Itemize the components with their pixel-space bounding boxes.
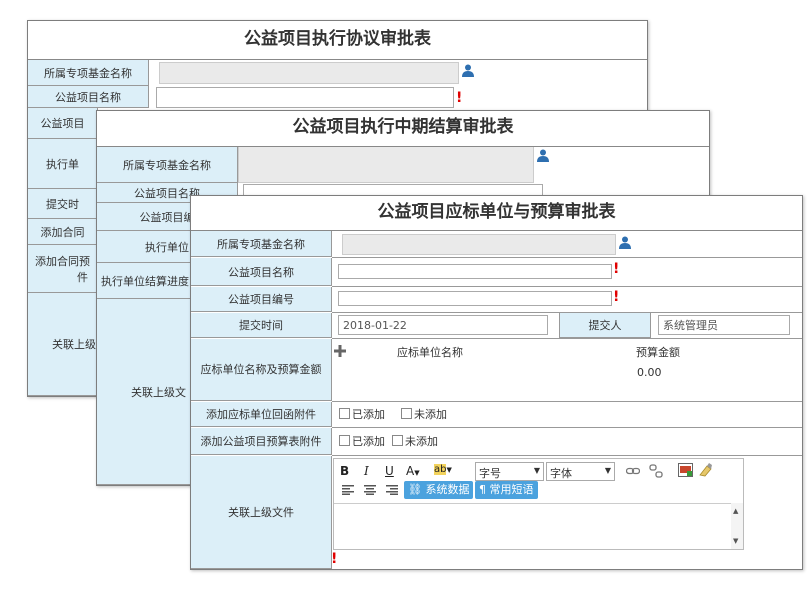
form-bidder-budget-approval: 公益项目应标单位与预算审批表 所属专项基金名称 公益项目名称 ! 公益项目编号 … (190, 195, 803, 570)
form3-label-fund: 所属专项基金名称 (191, 231, 332, 257)
font-family-select[interactable]: 字体 ▼ (546, 462, 615, 481)
form1-label-submit-time: 提交时 (28, 189, 98, 219)
font-family-value: 字体 (550, 467, 572, 480)
database-icon: ⛓ (408, 483, 426, 496)
font-size-select[interactable]: 字号 ▼ (475, 462, 544, 481)
font-color-button[interactable]: A▼ (406, 464, 420, 478)
form1-label-fund: 所属专项基金名称 (28, 60, 149, 86)
align-left-icon[interactable] (342, 485, 354, 495)
form3-label-budget: 应标单位名称及预算金额 (191, 339, 332, 401)
link-icon[interactable] (626, 466, 640, 476)
form1-label-related-text: 关联上级 (52, 338, 96, 351)
required-mark: ! (613, 261, 620, 277)
form1-label-contract: 添加合同 (28, 219, 98, 245)
checkbox[interactable] (339, 435, 350, 446)
font-size-value: 字号 (479, 467, 501, 480)
form1-label-project-name: 公益项目名称 (28, 86, 149, 108)
row-divider (332, 427, 802, 428)
budget-value: 0.00 (637, 366, 662, 379)
form1-title: 公益项目执行协议审批表 (28, 21, 647, 60)
checkbox[interactable] (401, 408, 412, 419)
form3-label-budget-attach: 添加公益项目预算表附件 (191, 428, 332, 455)
image-icon[interactable] (678, 463, 693, 477)
form3-title: 公益项目应标单位与预算审批表 (191, 196, 802, 231)
form3-label-submit-time: 提交时间 (191, 313, 332, 338)
checkbox[interactable] (392, 435, 403, 446)
budget-attach-not-added[interactable]: 未添加 (392, 433, 438, 449)
form2-fund-input[interactable] (238, 147, 534, 183)
scroll-up-icon[interactable]: ▲ (733, 507, 738, 515)
chevron-down-icon: ▼ (604, 466, 611, 475)
row-divider (332, 257, 802, 258)
form1-label-attach-text: 件 (77, 270, 88, 284)
chevron-down-icon: ▼ (533, 466, 540, 475)
editor-content-area[interactable] (334, 503, 743, 549)
form3-fund-input[interactable] (342, 234, 616, 255)
underline-button[interactable]: U (385, 464, 394, 478)
added-label: 已添加 (352, 408, 385, 421)
system-data-label: 系统数据 (425, 483, 470, 496)
form1-label-contract-budget: 添加合同预 件 (28, 245, 98, 293)
form1-project-name-input[interactable] (156, 87, 454, 108)
required-mark: ! (456, 90, 463, 106)
common-phrases-label: 常用短语 (489, 483, 534, 496)
row-divider (332, 401, 802, 402)
form3-label-project-no: 公益项目编号 (191, 287, 332, 312)
align-center-icon[interactable] (364, 485, 376, 495)
reply-attach-not-added[interactable]: 未添加 (401, 406, 447, 422)
clean-format-icon[interactable] (698, 462, 713, 477)
common-phrases-button[interactable]: ¶ 常用短语 (475, 481, 538, 499)
form3-label-related-docs: 关联上级文件 (191, 456, 332, 569)
checkbox[interactable] (339, 408, 350, 419)
budget-column: 预算金额 (636, 346, 680, 359)
form2-label-fund: 所属专项基金名称 (97, 147, 238, 183)
highlight-icon: ab (434, 464, 447, 475)
scroll-down-icon[interactable]: ▼ (733, 537, 738, 545)
paragraph-icon: ¶ (479, 483, 490, 496)
user-icon[interactable] (537, 149, 549, 162)
form1-fund-input[interactable] (159, 62, 459, 84)
caret-icon: ▼ (446, 466, 452, 474)
form1-label-related: 关联上级 (28, 293, 98, 396)
reply-attach-added[interactable]: 已添加 (339, 406, 385, 422)
not-added-label: 未添加 (405, 435, 438, 448)
user-icon[interactable] (619, 236, 631, 249)
added-label: 已添加 (352, 435, 385, 448)
form3-project-name-input[interactable] (338, 264, 612, 279)
form1-label-project-no: 公益项目 (28, 108, 98, 139)
bold-button[interactable]: B (340, 464, 349, 478)
form3-submitter-input[interactable]: 系统管理员 (658, 315, 790, 335)
highlight-button[interactable]: ab▼ (434, 464, 452, 475)
plus-icon[interactable] (334, 345, 346, 357)
rich-text-editor[interactable]: B I U A▼ ab▼ 字号 ▼ 字体 ▼ ⛓ 系统数据 ¶ 常用短语 ▲ ▼ (333, 458, 744, 550)
system-data-button[interactable]: ⛓ 系统数据 (404, 481, 474, 499)
font-color-label: A (406, 464, 415, 478)
form3-label-reply-attach: 添加应标单位回函附件 (191, 402, 332, 427)
form2-title: 公益项目执行中期结算审批表 (97, 111, 709, 147)
required-mark: ! (613, 289, 620, 305)
row-divider (332, 286, 802, 287)
form1-label-contract-budget-text: 添加合同预 (35, 254, 90, 268)
caret-icon: ▼ (414, 469, 420, 477)
row-divider (332, 455, 802, 456)
editor-scrollbar[interactable]: ▲ ▼ (731, 503, 743, 549)
form3-label-project-name: 公益项目名称 (191, 258, 332, 286)
italic-button[interactable]: I (364, 464, 369, 478)
user-icon[interactable] (462, 64, 474, 77)
unit-name-column: 应标单位名称 (397, 346, 463, 359)
form3-submit-time-input[interactable]: 2018-01-22 (338, 315, 548, 335)
required-mark: ! (331, 551, 338, 567)
align-right-icon[interactable] (386, 485, 398, 495)
not-added-label: 未添加 (414, 408, 447, 421)
form2-label-related-text: 关联上级文 (131, 385, 186, 399)
form3-project-no-input[interactable] (338, 291, 612, 306)
form1-label-exec-unit: 执行单 (28, 139, 98, 189)
form3-label-submitter: 提交人 (559, 313, 651, 338)
row-divider (332, 338, 802, 339)
unlink-icon[interactable] (649, 464, 663, 478)
budget-attach-added[interactable]: 已添加 (339, 433, 385, 449)
